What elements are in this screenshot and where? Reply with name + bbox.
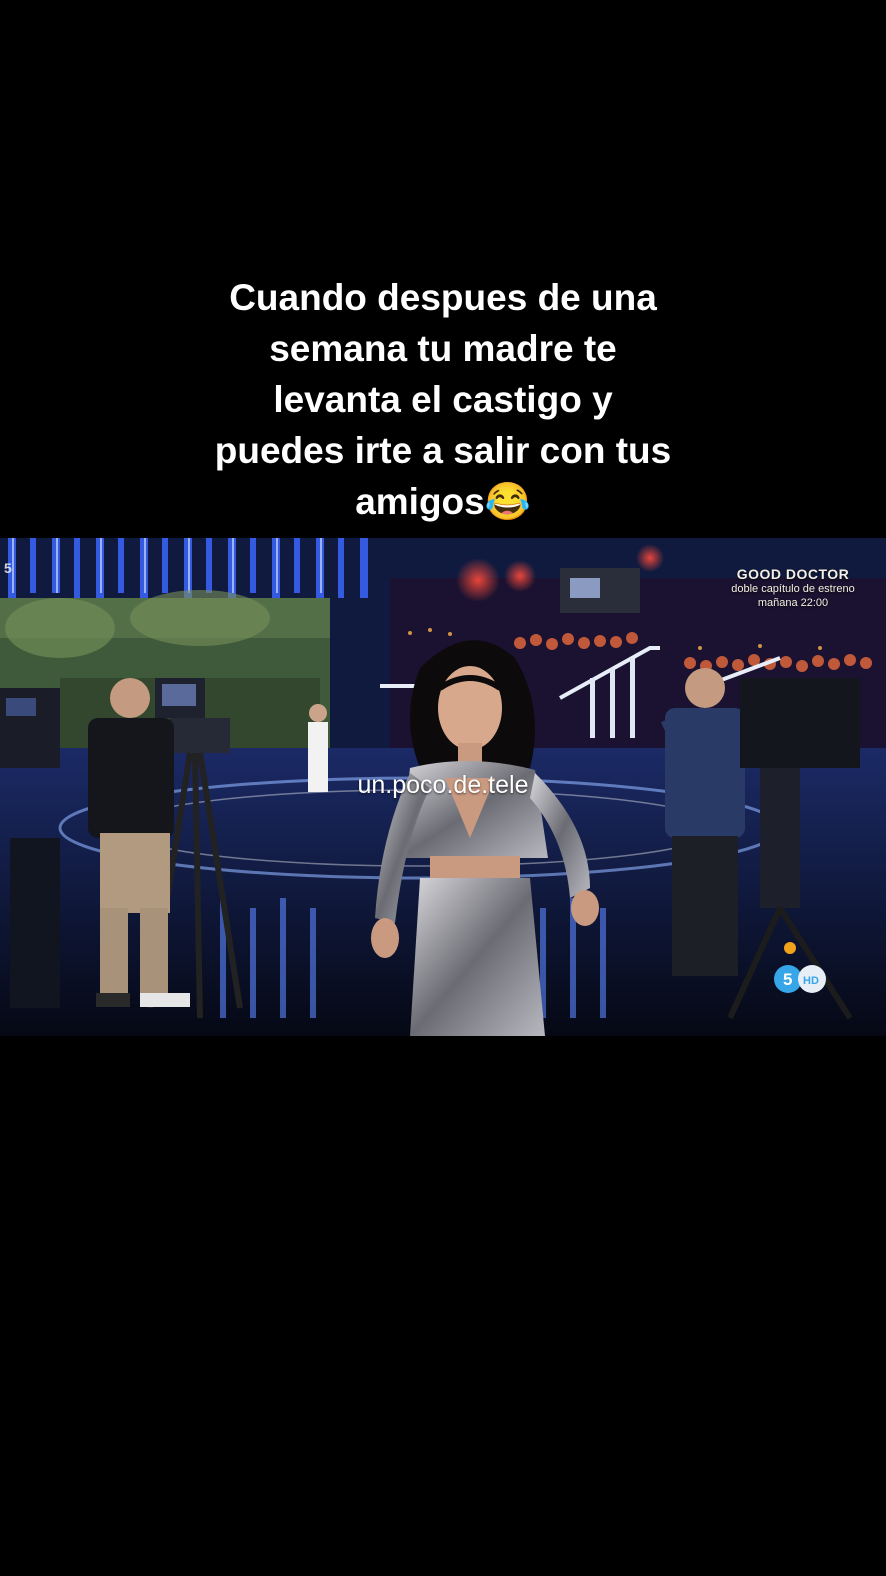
caption-line: amigos😂 (355, 481, 531, 522)
caption-line: semana tu madre te (269, 328, 617, 369)
caption-text: Cuando despues de una semana tu madre te… (0, 272, 886, 527)
svg-text:5: 5 (4, 560, 12, 576)
watermark-text: un.poco.de.tele (357, 771, 529, 799)
promo-title: GOOD DOCTOR (736, 566, 850, 582)
channel-logo: 5 HD (774, 965, 826, 993)
channel-corner-logo: 5 (4, 560, 12, 576)
caption-line: Cuando despues de una (229, 277, 657, 318)
promo-time: mañana 22:00 (757, 597, 829, 609)
video-player[interactable]: 5 GOOD DOCTOR doble capítulo de estreno … (0, 538, 886, 1036)
tv-promo-banner: GOOD DOCTOR doble capítulo de estreno ma… (708, 566, 878, 610)
caption-line: levanta el castigo y (273, 379, 613, 420)
channel-rating-icon (784, 942, 796, 954)
promo-subtitle: doble capítulo de estreno (731, 583, 855, 595)
svg-text:HD: HD (803, 975, 819, 987)
svg-text:5: 5 (783, 970, 792, 989)
caption-line: puedes irte a salir con tus (214, 430, 672, 471)
camera-operator-right (660, 668, 745, 976)
